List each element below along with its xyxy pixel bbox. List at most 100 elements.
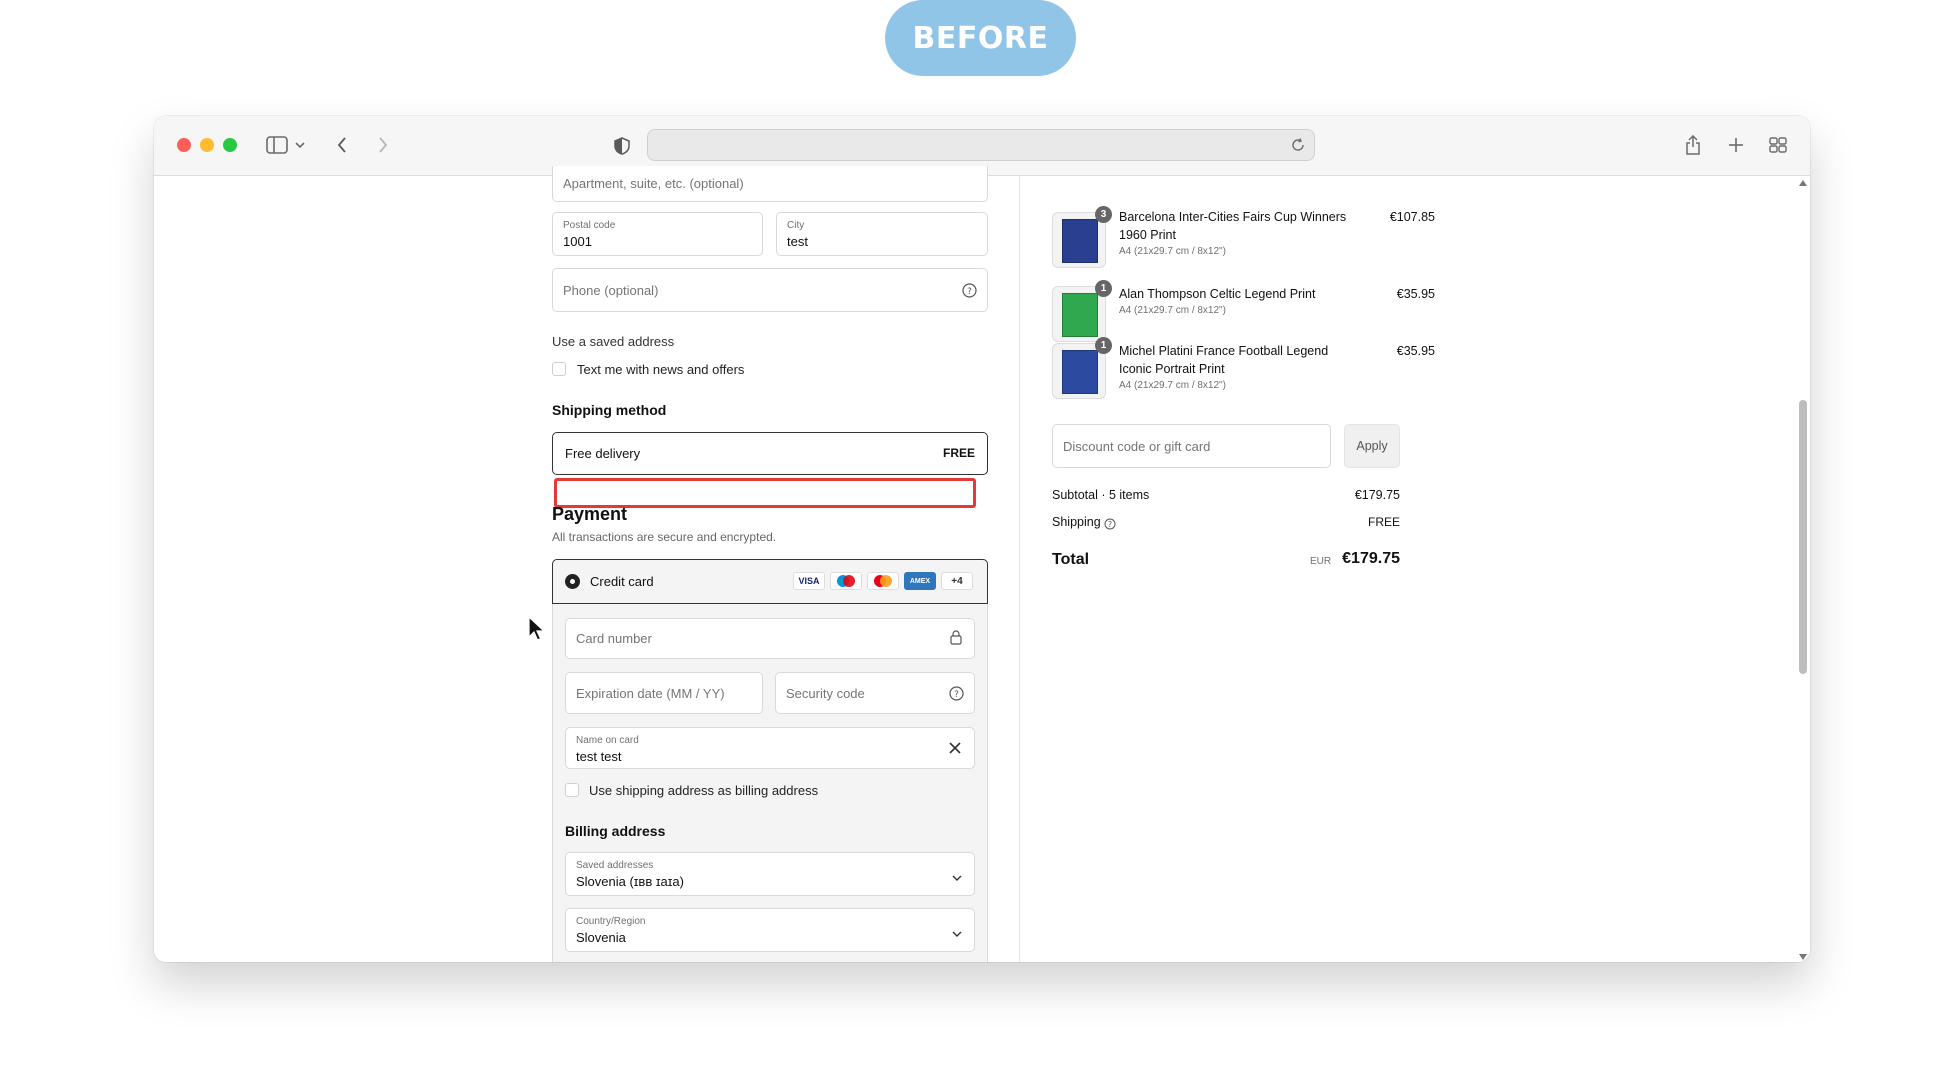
- shipping-option-price: FREE: [942, 446, 975, 460]
- product-thumbnail: 1: [1052, 337, 1112, 399]
- sidebar-icon[interactable]: [266, 135, 288, 155]
- subtotal-label: Subtotal · 5 items: [1052, 488, 1150, 502]
- credit-card-radio[interactable]: [565, 574, 580, 589]
- postal-code-value: 1001: [563, 234, 592, 249]
- product-variant: A4 (21x29.7 cm / 8x12"): [1119, 246, 1226, 257]
- expiration-date-field[interactable]: Expiration date (MM / YY): [565, 672, 763, 714]
- product-title: Alan Thompson Celtic Legend Print: [1119, 287, 1316, 301]
- scrollbar[interactable]: [1796, 176, 1810, 962]
- country-region-select[interactable]: Country/Region Slovenia: [565, 908, 975, 952]
- product-thumbnail: 1: [1052, 280, 1112, 342]
- share-icon[interactable]: [1683, 133, 1703, 157]
- shipping-label: Shipping: [1052, 515, 1101, 529]
- help-icon[interactable]: ?: [1104, 517, 1116, 535]
- chevron-left-icon[interactable]: [334, 134, 350, 156]
- mouse-cursor-icon: [528, 615, 546, 647]
- text-me-label: Text me with news and offers: [577, 362, 745, 377]
- shipping-value: FREE: [1367, 515, 1400, 529]
- chevron-right-icon[interactable]: [375, 134, 391, 156]
- poster-image: [1062, 293, 1098, 337]
- saved-addresses-value: Slovenia (ɪʙʙ ɪaɪa): [576, 874, 684, 889]
- country-region-label: Country/Region: [576, 916, 646, 927]
- zoom-window-button[interactable]: [223, 138, 237, 152]
- quantity-badge: 3: [1095, 206, 1112, 223]
- product-title-line2: Iconic Portrait Print: [1119, 362, 1225, 376]
- postal-code-field[interactable]: Postal code 1001: [552, 212, 763, 256]
- help-icon[interactable]: ?: [949, 686, 964, 706]
- use-saved-address-link[interactable]: Use a saved address: [552, 334, 674, 349]
- city-label: City: [787, 220, 805, 231]
- name-on-card-value: test test: [576, 749, 622, 764]
- product-title: Barcelona Inter-Cities Fairs Cup Winners: [1119, 210, 1347, 224]
- quantity-badge: 1: [1095, 337, 1112, 354]
- product-title: Michel Platini France Football Legend: [1119, 344, 1329, 358]
- scroll-down-icon: [1799, 954, 1807, 960]
- close-icon[interactable]: [948, 741, 962, 760]
- plus-icon[interactable]: [1726, 135, 1746, 155]
- payment-subtitle: All transactions are secure and encrypte…: [552, 530, 777, 544]
- postal-code-label: Postal code: [563, 220, 616, 231]
- poster-image: [1062, 219, 1098, 263]
- country-region-value: Slovenia: [576, 930, 626, 945]
- product-price: €35.95: [1396, 287, 1435, 301]
- product-variant: A4 (21x29.7 cm / 8x12"): [1119, 305, 1226, 316]
- close-window-button[interactable]: [177, 138, 191, 152]
- name-on-card-field[interactable]: Name on card test test: [565, 727, 975, 769]
- product-title-line2: 1960 Print: [1119, 228, 1176, 242]
- apply-button[interactable]: Apply: [1344, 424, 1400, 468]
- minimize-window-button[interactable]: [200, 138, 214, 152]
- card-number-placeholder: Card number: [576, 631, 652, 646]
- billing-address-heading: Billing address: [565, 823, 666, 839]
- product-price: €35.95: [1396, 344, 1435, 358]
- shipping-option-free-delivery[interactable]: Free delivery FREE: [552, 432, 988, 475]
- mastercard-icon: [867, 572, 899, 590]
- privacy-shield-icon[interactable]: [612, 136, 632, 156]
- product-thumbnail: 3: [1052, 206, 1112, 268]
- apartment-field[interactable]: Apartment, suite, etc. (optional): [552, 166, 988, 202]
- payment-heading: Payment: [552, 504, 628, 524]
- subtotal-value: €179.75: [1354, 488, 1400, 502]
- page-content: Apartment, suite, etc. (optional) Postal…: [154, 166, 1810, 962]
- phone-field[interactable]: Phone (optional) ?: [552, 268, 988, 312]
- quantity-badge: 1: [1095, 280, 1112, 297]
- security-code-field[interactable]: Security code ?: [775, 672, 975, 714]
- scroll-up-icon: [1799, 180, 1807, 186]
- city-field[interactable]: City test: [776, 212, 988, 256]
- total-label: Total: [1052, 551, 1090, 568]
- security-code-placeholder: Security code: [786, 686, 865, 701]
- total-value: €179.75: [1342, 550, 1400, 567]
- address-bar[interactable]: [647, 129, 1315, 161]
- tab-grid-icon[interactable]: [1768, 135, 1788, 155]
- phone-placeholder: Phone (optional): [563, 283, 659, 298]
- credit-card-label: Credit card: [590, 574, 654, 589]
- column-divider: [1019, 176, 1020, 962]
- city-value: test: [787, 234, 808, 249]
- text-me-checkbox[interactable]: [552, 362, 566, 376]
- saved-addresses-select[interactable]: Saved addresses Slovenia (ɪʙʙ ɪaɪa): [565, 852, 975, 896]
- amex-icon: AMEX: [904, 572, 936, 590]
- use-shipping-as-billing-label: Use shipping address as billing address: [589, 783, 819, 798]
- total-currency: EUR: [1310, 556, 1332, 567]
- reload-icon[interactable]: [1290, 137, 1306, 153]
- before-badge: BEFORE: [885, 0, 1076, 76]
- product-price: €107.85: [1389, 210, 1435, 224]
- maestro-icon: [830, 572, 862, 590]
- help-icon[interactable]: ?: [962, 283, 977, 303]
- chevron-down-icon[interactable]: [294, 138, 306, 152]
- product-variant: A4 (21x29.7 cm / 8x12"): [1119, 380, 1226, 391]
- credit-card-option[interactable]: Credit card VISA AMEX +4: [552, 559, 988, 604]
- lock-icon: [950, 630, 962, 650]
- discount-code-input[interactable]: Discount code or gift card: [1052, 424, 1331, 468]
- use-shipping-as-billing-checkbox[interactable]: [565, 783, 579, 797]
- chevron-down-icon: [952, 869, 962, 887]
- chevron-down-icon: [952, 925, 962, 943]
- card-number-field[interactable]: Card number: [565, 618, 975, 659]
- browser-window: Apartment, suite, etc. (optional) Postal…: [154, 116, 1810, 962]
- more-cards-badge: +4: [941, 572, 973, 590]
- scrollbar-thumb[interactable]: [1799, 400, 1807, 674]
- expiration-date-placeholder: Expiration date (MM / YY): [576, 686, 725, 701]
- svg-text:?: ?: [967, 287, 972, 297]
- shipping-method-heading: Shipping method: [552, 402, 667, 418]
- name-on-card-label: Name on card: [576, 735, 639, 746]
- poster-image: [1062, 350, 1098, 394]
